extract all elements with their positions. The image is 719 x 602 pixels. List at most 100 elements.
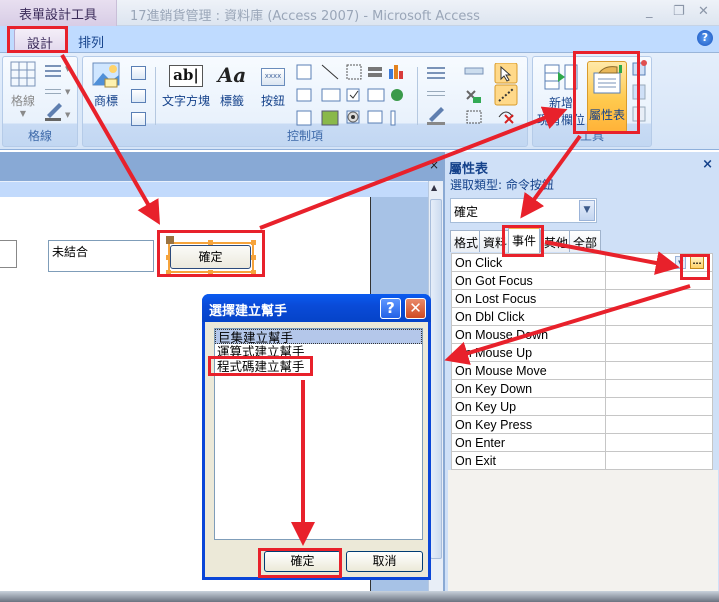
label-label: 標籤 bbox=[219, 94, 244, 108]
event-row: On Key Press bbox=[451, 415, 713, 434]
logo-label: 商標 bbox=[93, 94, 118, 108]
group-gridlines: 格線 ▼ ▼ ▼ ▼ 格線 bbox=[2, 56, 78, 147]
restore-button[interactable]: ❐ bbox=[673, 4, 685, 19]
dialog-title: 選擇建立幫手 bbox=[209, 304, 288, 319]
object-selector[interactable]: 確定 ▼ bbox=[450, 198, 597, 223]
dialog-help-button[interactable]: ? bbox=[380, 298, 401, 319]
logo-icon bbox=[92, 62, 120, 88]
property-sheet-pane: 屬性表 × 選取類型: 命令按鈕 確定 ▼ 格式 資料 事件 其他 全部 On … bbox=[443, 152, 719, 593]
event-value-field[interactable] bbox=[605, 289, 713, 308]
window-title: 17進銷貨管理 : 資料庫 (Access 2007) - Microsoft … bbox=[130, 9, 480, 24]
event-property-table: On Click ▼ ... On Got Focus On Lost Focus On… bbox=[451, 253, 713, 470]
annotation-box-event-tab bbox=[502, 225, 544, 257]
event-value-field[interactable] bbox=[605, 451, 713, 470]
event-row: On Dbl Click bbox=[451, 307, 713, 326]
gridlines-label: 格線 bbox=[10, 94, 35, 108]
separator bbox=[417, 67, 418, 125]
object-selector-value: 確定 bbox=[454, 205, 479, 219]
event-value-field[interactable] bbox=[605, 433, 713, 452]
event-row: On Lost Focus bbox=[451, 289, 713, 308]
event-name: On Lost Focus bbox=[451, 289, 606, 308]
event-value-field[interactable] bbox=[605, 379, 713, 398]
button-label: 按鈕 bbox=[260, 94, 285, 108]
textbox-label: 文字方塊 bbox=[161, 94, 210, 108]
event-name: On Mouse Down bbox=[451, 325, 606, 344]
grid-icon bbox=[10, 61, 36, 87]
button-button[interactable]: xxxx 按鈕 bbox=[255, 67, 291, 109]
annotation-box-design-tab bbox=[7, 26, 68, 53]
window-bottom-edge bbox=[0, 591, 719, 602]
group-label-gridlines: 格線 bbox=[27, 129, 52, 143]
form-ruler bbox=[0, 181, 430, 197]
dialog-cancel-button[interactable]: 取消 bbox=[346, 551, 423, 572]
event-row: On Exit bbox=[451, 451, 713, 470]
list-item-macro-builder[interactable]: 巨集建立幫手 bbox=[215, 329, 422, 345]
event-name: On Dbl Click bbox=[451, 307, 606, 326]
textbox-icon: ab| bbox=[169, 65, 203, 87]
page-number-icon[interactable] bbox=[131, 89, 146, 103]
event-value-field[interactable] bbox=[605, 361, 713, 380]
event-value-field[interactable] bbox=[605, 397, 713, 416]
event-name: On Key Up bbox=[451, 397, 606, 416]
close-form-icon[interactable]: × bbox=[429, 158, 439, 172]
chevron-down-icon[interactable]: ▼ bbox=[579, 200, 595, 221]
event-row: On Enter bbox=[451, 433, 713, 452]
chevron-down-icon: ▼ bbox=[19, 109, 27, 118]
minimize-button[interactable]: _ bbox=[646, 4, 653, 19]
selection-type-label: 選取類型: 命令按鈕 bbox=[450, 178, 554, 192]
gridlines-button[interactable]: 格線 ▼ bbox=[7, 61, 39, 118]
svg-text:▼: ▼ bbox=[65, 111, 71, 119]
title-bar: 表單設計工具 17進銷貨管理 : 資料庫 (Access 2007) - Mic… bbox=[0, 0, 719, 26]
event-value-field[interactable] bbox=[605, 307, 713, 326]
event-name: On Mouse Up bbox=[451, 343, 606, 362]
event-value-field[interactable] bbox=[605, 325, 713, 344]
button-icon: xxxx bbox=[260, 68, 286, 86]
unbound-textbox[interactable]: 未結合 bbox=[48, 240, 154, 272]
tab-all[interactable]: 全部 bbox=[569, 230, 602, 252]
form-document-header: × bbox=[0, 152, 443, 181]
event-name: On Exit bbox=[451, 451, 606, 470]
scrollbar-thumb[interactable] bbox=[430, 199, 442, 559]
event-value-field[interactable] bbox=[605, 343, 713, 362]
tab-other[interactable]: 其他 bbox=[540, 230, 573, 252]
svg-text:▼: ▼ bbox=[65, 88, 71, 96]
tab-arrange[interactable]: 排列 bbox=[66, 28, 116, 53]
svg-text:▼: ▼ bbox=[65, 65, 71, 73]
line-style-icons[interactable]: ▼ ▼ ▼ bbox=[45, 63, 75, 123]
date-time-icon[interactable] bbox=[131, 112, 146, 126]
textbox-button[interactable]: ab| 文字方塊 bbox=[161, 65, 211, 109]
control-icon-grid[interactable] bbox=[295, 63, 411, 129]
property-sheet-empty-area bbox=[448, 470, 718, 593]
event-row: On Key Up bbox=[451, 397, 713, 416]
context-tab-form-design-tools: 表單設計工具 bbox=[0, 0, 117, 26]
annotation-box-property-sheet bbox=[573, 51, 640, 134]
event-name: On Mouse Move bbox=[451, 361, 606, 380]
event-row: On Mouse Down bbox=[451, 325, 713, 344]
event-value-field[interactable] bbox=[605, 415, 713, 434]
form-control-partial[interactable] bbox=[0, 240, 17, 268]
ribbon-tab-row: 設計 排列 ? bbox=[0, 26, 719, 53]
event-name: On Key Press bbox=[451, 415, 606, 434]
logo-button[interactable]: 商標 bbox=[89, 61, 123, 109]
label-button[interactable]: Aa 標籤 bbox=[213, 63, 251, 109]
control-format-icons[interactable] bbox=[423, 63, 523, 129]
choose-builder-dialog: 選擇建立幫手 ? ✕ 巨集建立幫手 運算式建立幫手 程式碼建立幫手 確定 取消 bbox=[202, 294, 431, 580]
close-window-button[interactable]: ✕ bbox=[698, 4, 709, 19]
event-row: On Click ▼ ... bbox=[451, 253, 713, 272]
event-row: On Mouse Move bbox=[451, 361, 713, 380]
dialog-close-button[interactable]: ✕ bbox=[405, 298, 426, 319]
close-property-sheet-icon[interactable]: × bbox=[702, 157, 713, 172]
annotation-box-form-button bbox=[157, 230, 265, 277]
event-name: On Enter bbox=[451, 433, 606, 452]
event-name: On Got Focus bbox=[451, 271, 606, 290]
event-row: On Got Focus bbox=[451, 271, 713, 290]
scroll-up-icon[interactable]: ▲ bbox=[431, 183, 437, 192]
annotation-box-code-builder bbox=[208, 356, 313, 376]
tab-format[interactable]: 格式 bbox=[450, 230, 483, 252]
property-sheet-title: 屬性表 bbox=[449, 162, 489, 177]
help-icon[interactable]: ? bbox=[697, 30, 713, 46]
separator bbox=[155, 67, 156, 125]
dialog-title-bar: 選擇建立幫手 ? ✕ bbox=[202, 294, 431, 322]
label-icon: Aa bbox=[217, 63, 247, 87]
title-icon[interactable] bbox=[131, 66, 146, 80]
